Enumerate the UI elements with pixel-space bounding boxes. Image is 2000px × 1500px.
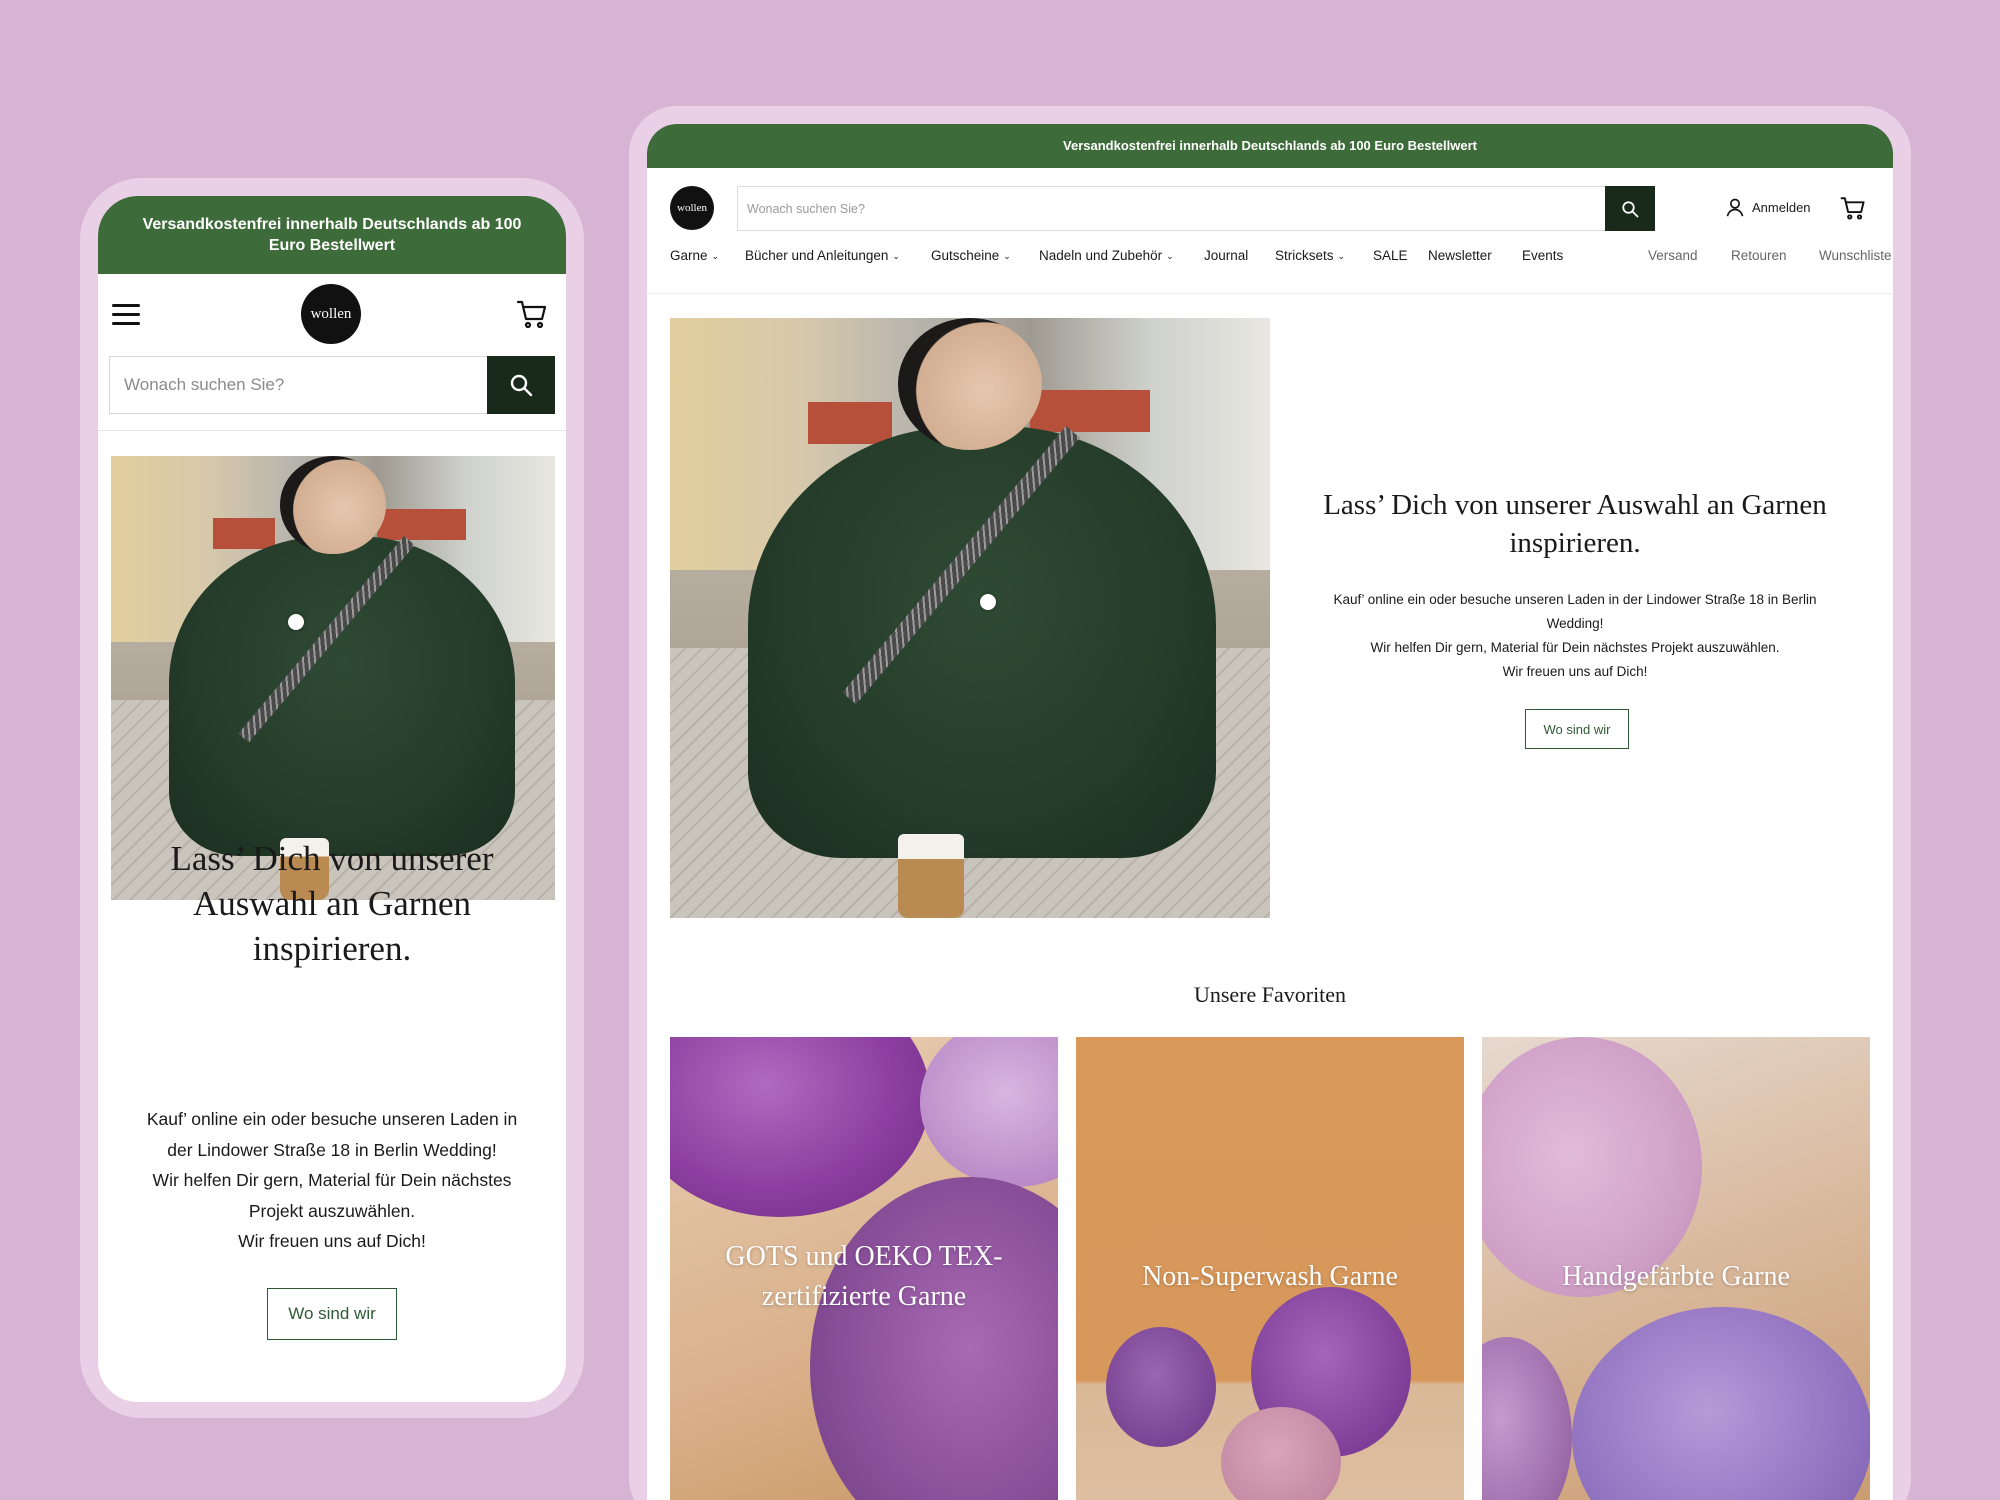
account-label: Anmelden [1752, 199, 1811, 215]
mobile-announcement-bar: Versandkostenfrei innerhalb Deutschlands… [98, 196, 566, 274]
nav-item-gutscheine[interactable]: Gutscheine ⌄ [931, 248, 1011, 263]
chevron-down-icon: ⌄ [892, 251, 900, 261]
chevron-down-icon: ⌄ [1003, 251, 1011, 261]
nav-item-nadeln[interactable]: Nadeln und Zubehör ⌄ [1039, 248, 1174, 263]
nav-item-stricksets[interactable]: Stricksets ⌄ [1275, 248, 1345, 263]
mobile-search-bar [109, 356, 555, 414]
collection-tile[interactable]: Handgefärbte Garne [1482, 1037, 1870, 1500]
hero-image [670, 318, 1270, 918]
collection-tile[interactable]: Non-Superwash Garne [1076, 1037, 1464, 1500]
tile-label: Handgefärbte Garne [1562, 1261, 1790, 1292]
desktop-announcement-bar: Versandkostenfrei innerhalb Deutschlands… [647, 124, 1893, 168]
nav-item-journal[interactable]: Journal [1204, 248, 1248, 263]
nav-label: Gutscheine [931, 248, 1000, 263]
cart-icon[interactable] [516, 298, 548, 330]
hero-body-line: Wir freuen uns auf Dich! [1502, 664, 1648, 679]
mobile-screen: Versandkostenfrei innerhalb Deutschlands… [98, 196, 566, 1402]
hero-body-line: Kauf’ online ein oder besuche unseren La… [146, 1109, 518, 1160]
hero-body-line: Wir helfen Dir gern, Material für Dein n… [152, 1170, 512, 1221]
desktop-search-bar [737, 186, 1655, 231]
logo-text: wollen [310, 305, 352, 322]
nav-item-newsletter[interactable]: Newsletter [1428, 248, 1492, 263]
nav-item-buecher[interactable]: Bücher und Anleitungen ⌄ [745, 248, 900, 263]
nav-label: Nadeln und Zubehör [1039, 248, 1163, 263]
hero-body: Kauf’ online ein oder besuche unseren La… [1307, 588, 1843, 684]
nav-item-sale[interactable]: SALE [1373, 248, 1408, 263]
menu-icon[interactable] [112, 304, 140, 326]
tile-label: GOTS und OEKO TEX-zertifizierte Garne [725, 1241, 1003, 1312]
hero-body-line: Wir freuen uns auf Dich! [238, 1231, 426, 1251]
hero-body-line: Kauf’ online ein oder besuche unseren La… [1333, 592, 1817, 631]
nav-label: Bücher und Anleitungen [745, 248, 889, 263]
nav-label: Stricksets [1275, 248, 1334, 263]
divider [647, 293, 1893, 294]
cart-icon[interactable] [1840, 195, 1866, 221]
hero-body-line: Wir helfen Dir gern, Material für Dein n… [1370, 640, 1780, 655]
search-button[interactable] [1605, 186, 1655, 231]
search-icon [1622, 200, 1639, 217]
search-icon [510, 374, 533, 397]
hotspot-dot[interactable] [980, 594, 996, 610]
logo[interactable]: wollen [670, 186, 714, 230]
nav-label: Retouren [1731, 248, 1787, 263]
hero-heading: Lass’ Dich von unserer Auswahl an Garnen… [170, 839, 494, 968]
hero-body: Kauf’ online ein oder besuche unseren La… [132, 1104, 532, 1257]
search-input[interactable] [738, 187, 1598, 230]
nav-label: SALE [1373, 248, 1408, 263]
where-are-we-button[interactable]: Wo sind wir [1525, 709, 1629, 749]
nav-label: Events [1522, 248, 1564, 263]
nav-util-wunschliste[interactable]: Wunschliste [1819, 248, 1892, 263]
chevron-down-icon: ⌄ [1337, 251, 1346, 261]
user-icon [1726, 198, 1744, 217]
logo-text: wollen [677, 202, 707, 214]
search-input[interactable] [110, 357, 490, 413]
logo[interactable]: wollen [301, 284, 361, 344]
mobile-header: wollen [98, 274, 566, 356]
where-are-we-button[interactable]: Wo sind wir [267, 1288, 397, 1340]
nav-label: Versand [1648, 248, 1698, 263]
search-button[interactable] [487, 356, 555, 414]
tile-label: Non-Superwash Garne [1142, 1261, 1398, 1292]
nav-item-garne[interactable]: Garne ⌄ [670, 248, 719, 263]
divider [98, 430, 566, 431]
main-nav: Garne ⌄ Bücher und Anleitungen ⌄ Gutschein… [670, 248, 1892, 272]
hotspot-dot[interactable] [288, 614, 304, 630]
chevron-down-icon: ⌄ [711, 251, 720, 261]
nav-label: Newsletter [1428, 248, 1492, 263]
nav-label: Wunschliste [1819, 248, 1892, 263]
favorites-title: Unsere Favoriten [1193, 982, 1347, 1007]
nav-util-retouren[interactable]: Retouren [1731, 248, 1787, 263]
desktop-screen: Versandkostenfrei innerhalb Deutschlands… [647, 124, 1893, 1500]
nav-label: Journal [1204, 248, 1249, 263]
account-link[interactable]: Anmelden [1725, 197, 1811, 217]
collection-tile[interactable]: GOTS und OEKO TEX-zertifizierte Garne [670, 1037, 1058, 1500]
nav-label: Garne [670, 248, 708, 263]
hero-heading: Lass’ Dich von unserer Auswahl an Garnen… [1323, 489, 1827, 559]
nav-util-versand[interactable]: Versand [1648, 248, 1698, 263]
hero-image [111, 456, 555, 900]
nav-item-events[interactable]: Events [1522, 248, 1563, 263]
chevron-down-icon: ⌄ [1166, 251, 1174, 261]
